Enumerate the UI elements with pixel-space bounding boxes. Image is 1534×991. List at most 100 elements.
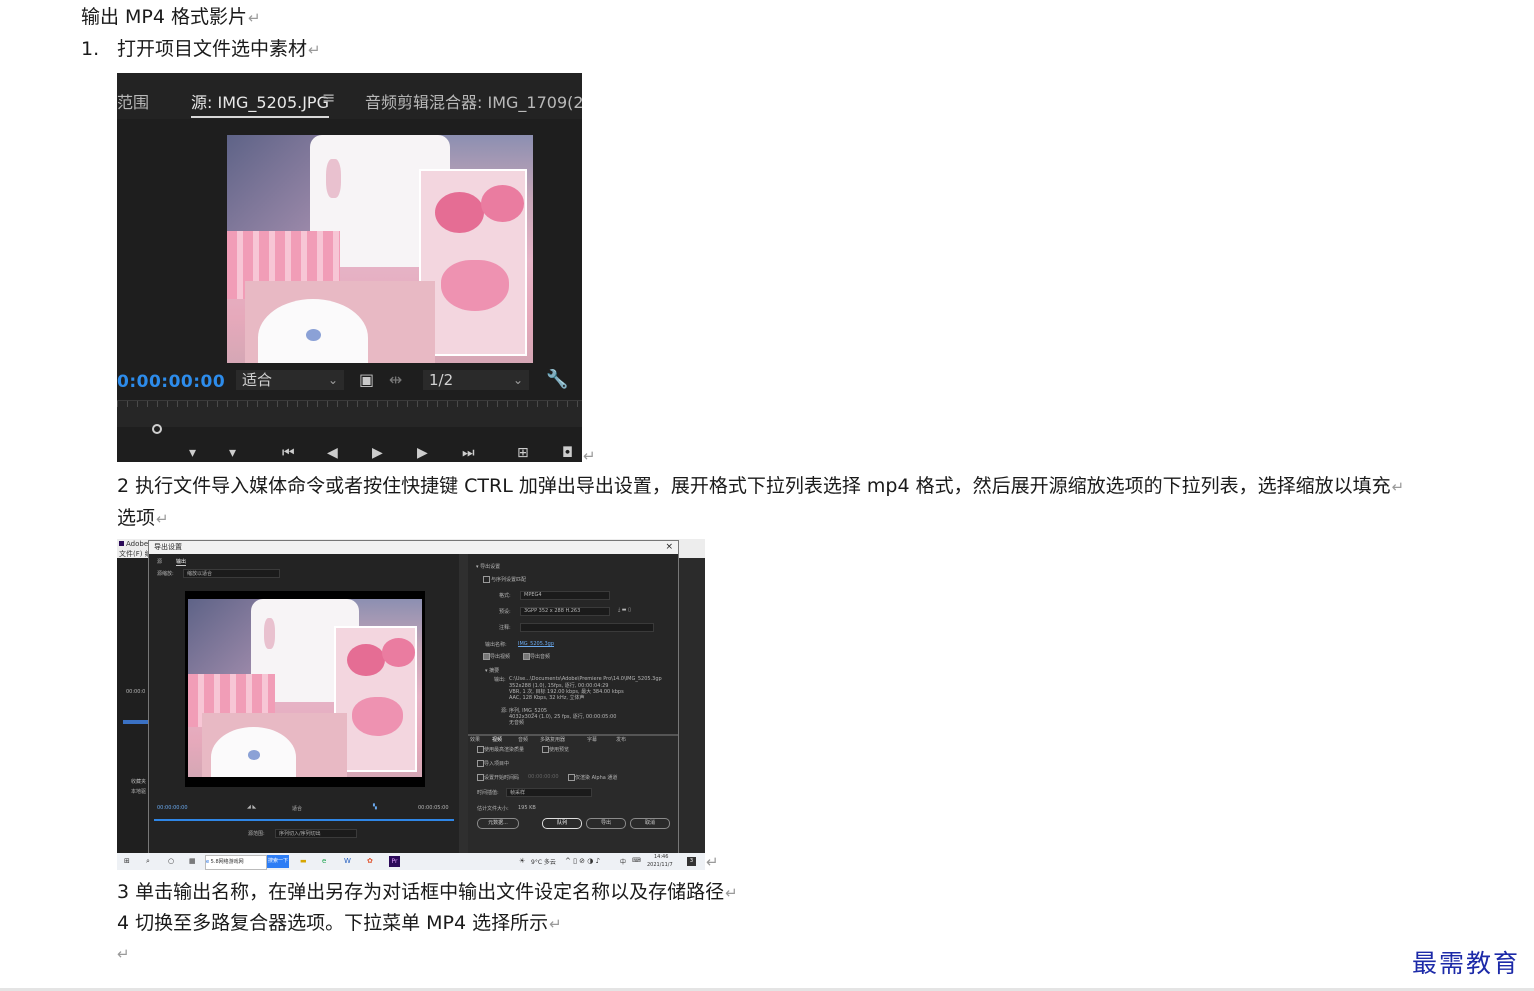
match-sequence-checkbox[interactable] [483,576,490,583]
tab-output[interactable]: 输出 [176,558,187,566]
premiere-taskbar-icon[interactable]: Pr [389,856,400,867]
wrench-icon[interactable]: 🔧 [546,369,568,390]
output-name-link[interactable]: IMG_5205.3gp [518,641,554,647]
app-icon[interactable]: ✿ [367,857,373,865]
mark-out-icon[interactable]: ▾ [229,445,236,461]
insert-icon[interactable]: ⊞ [517,445,529,461]
preset-select[interactable]: 3GPP 352 x 288 H.263 [520,607,610,616]
background-favorites: 收藏夹 [131,779,147,785]
playhead-timecode[interactable]: 0:00:00:00 [117,372,225,392]
export-button[interactable]: 导出 [586,818,626,829]
settings-pane: ▾ 导出设置 与序列设置匹配 格式: MPEG4 预设: 3GPP 352 x … [468,554,678,856]
chevron-down-icon: ⌄ [512,373,523,387]
source-scaling-value: 缩放以适合 [187,571,213,577]
timeline-fit-select[interactable]: 适合 [292,805,302,812]
playback-resolution-select[interactable]: 1/2 ⌄ [423,370,529,390]
play-icon[interactable]: ▶ [372,445,383,461]
max-render-label: 使用最高渲染质量 [484,747,525,753]
lower-tab[interactable]: 音频 [518,736,528,743]
format-label: 格式: [499,593,511,599]
taskbar-browser-tab[interactable]: e 5.8网络游戏网 [205,855,267,870]
mark-in-icon[interactable]: ▾ [189,445,196,461]
cancel-button[interactable]: 取消 [630,818,670,829]
background-scrollbar [123,720,148,724]
comments-label: 注释: [499,625,511,631]
source-range-value: 序列切入/序列切出 [279,831,321,837]
taskbar-date[interactable]: 2021/11/7 [647,862,673,868]
step-2-line-1: 2 执行文件导入媒体命令或者按住快捷键 CTRL 加弹出导出设置，展开格式下拉列… [117,475,1405,497]
export-video-label: 导出视频 [490,654,511,660]
word-icon[interactable]: W [344,857,351,865]
lower-settings: 效果 视频 音频 多路复用器 字幕 发布 使用最高渲染质量 使用预览 导入项目中 设置开始… [468,734,678,856]
timeline-markers-icon[interactable]: ◢ ◣ [247,804,256,810]
close-icon[interactable]: × [665,541,673,554]
export-video-checkbox[interactable] [483,653,490,660]
taskbar-search-button[interactable]: 搜索一下 [267,855,289,868]
widgets-icon[interactable]: ▦ [189,857,196,865]
go-to-in-icon[interactable]: ⏮ [282,445,295,461]
panel-menu-icon[interactable]: ≡ [322,88,335,107]
import-project-label: 导入项目中 [484,761,510,767]
edge-icon[interactable]: e [322,857,326,865]
timeline-crop-icon[interactable]: ▚ [373,804,377,810]
windows-start-icon[interactable]: ⊞ [124,857,130,865]
time-interpolation-select[interactable]: 帧采样 [506,788,592,797]
comments-input[interactable] [520,623,654,632]
search-icon[interactable]: ⌕ [146,857,150,866]
file-size-value: 195 KB [518,805,536,811]
task-view-icon[interactable]: ○ [168,857,174,865]
notification-badge[interactable]: 3 [687,857,696,866]
taskbar-time[interactable]: 14:46 [654,854,668,860]
export-audio-label: 导出音频 [530,654,551,660]
zoom-level-value: 适合 [242,371,273,389]
metadata-button[interactable]: 元数据... [477,818,519,829]
time-ruler[interactable] [117,400,582,427]
tab-source[interactable]: 源 [157,558,162,565]
format-select[interactable]: MPEG4 [520,591,610,600]
lower-tab[interactable]: 效果 [470,736,480,743]
background-local-drive: 本地驱 [131,789,147,795]
summary-line: AAC, 128 Kbps, 32 kHz, 立体声 [509,695,585,701]
tab-source[interactable]: 源: IMG_5205.JPG [191,89,329,118]
lower-tab[interactable]: 多路复用器 [540,736,565,743]
save-preset-icon[interactable]: ⤓ ▬ ▯ [618,607,631,613]
zoom-level-select[interactable]: 适合 ⌄ [236,370,344,390]
queue-button[interactable]: 队列 [542,818,582,829]
dialog-titlebar: 导出设置 × [149,541,678,554]
tray-icons[interactable]: ^ ▯ ⊘ ◑ ♪ [565,857,600,865]
lower-tab[interactable]: 发布 [616,736,626,743]
match-sequence-label: 与序列设置匹配 [491,577,527,583]
tab-range[interactable]: 范围 [117,89,149,113]
drag-handle-icon[interactable]: ⇹ [389,370,402,389]
lower-tab[interactable]: 视频 [492,736,502,743]
step-back-icon[interactable]: ◀ [327,445,338,461]
file-explorer-icon[interactable]: ▬ [300,857,307,865]
use-preview-checkbox[interactable] [542,746,549,753]
windows-taskbar: ⊞ ⌕ ○ ▦ e 5.8网络游戏网 搜索一下 ▬ e W ✿ Pr ☀ 9°C… [117,853,705,870]
render-alpha-checkbox[interactable] [568,774,575,781]
max-render-checkbox[interactable] [477,746,484,753]
input-language[interactable]: 中 [620,857,626,866]
start-timecode-checkbox[interactable] [477,774,484,781]
source-range-select[interactable]: 序列切入/序列切出 [275,829,357,838]
export-frame-icon[interactable]: ◘ [562,445,573,461]
step-forward-icon[interactable]: ▶ [417,445,428,461]
use-preview-label: 使用预览 [549,747,570,753]
preview-frame [185,591,425,787]
background-timecode: 00:00:0 [126,689,146,695]
ime-icon[interactable]: ⌨ [632,857,641,864]
source-scaling-select[interactable]: 缩放以适合 [183,569,280,578]
frame-settings-icon[interactable]: ▣ [359,370,374,389]
import-project-checkbox[interactable] [477,760,484,767]
tab-audio-clip-mixer[interactable]: 音频剪辑混合器: IMG_1709(20 [365,89,582,113]
playhead-handle[interactable] [152,424,162,434]
timeline-start-timecode: 00:00:00:00 [157,805,188,811]
taskbar-weather[interactable]: 9°C 多云 [531,857,556,866]
lower-tab[interactable]: 字幕 [587,736,597,743]
start-timecode-value[interactable]: 00:00:00:00 [528,774,559,780]
export-timeline-track[interactable] [154,819,454,821]
weather-icon: ☀ [519,857,526,865]
step-4: 4 切换至多路复合器选项。下拉菜单 MP4 选择所示↵ [117,912,562,934]
go-to-out-icon[interactable]: ⏭ [462,445,475,461]
export-audio-checkbox[interactable] [523,653,530,660]
